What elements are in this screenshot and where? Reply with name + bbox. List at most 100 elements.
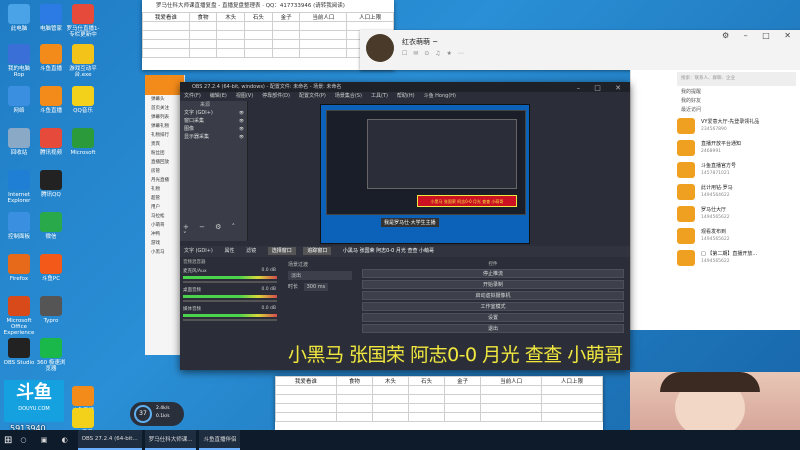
- sidebar-item[interactable]: 粉丝团: [145, 149, 184, 158]
- desktop-icon[interactable]: Internet Explorer: [2, 170, 36, 204]
- taskbar-app[interactable]: OBS 27.2.4 (64-bit...: [77, 430, 142, 450]
- qq-list-item[interactable]: 直播开放平台通知 2468991: [631, 137, 800, 159]
- column-header[interactable]: 石头: [408, 376, 446, 386]
- desktop-icon[interactable]: 回收站: [2, 128, 36, 156]
- scene-bar-item[interactable]: 选择窗口: [267, 247, 296, 255]
- column-header[interactable]: 木头: [371, 376, 410, 386]
- desktop-icon[interactable]: 罗马仕直播1-专栏更新中: [66, 4, 100, 38]
- volume-slider[interactable]: [183, 319, 277, 321]
- desktop-icon[interactable]: Microsoft Office Experience: [2, 296, 36, 336]
- sidebar-item[interactable]: 贵宾: [145, 140, 184, 149]
- column-header[interactable]: 木头: [216, 12, 246, 22]
- start-button[interactable]: ⊞: [0, 430, 16, 450]
- sidebar-item[interactable]: 弹幕头: [145, 95, 184, 104]
- desktop-icon[interactable]: 斗鱼直播: [34, 44, 68, 72]
- column-header[interactable]: 金子: [271, 12, 301, 22]
- qq-tab[interactable]: 我的好友: [681, 97, 800, 106]
- spreadsheet-window-top[interactable]: 罗马仕科大师课直播复盘 - 直播复盘整理表 · QQ：417733946 (请转…: [142, 0, 394, 70]
- column-header[interactable]: 石头: [244, 12, 273, 22]
- qq-list-item[interactable]: 罗马仕大厅 1494565622: [631, 203, 800, 225]
- mixer-channel[interactable]: 媒体音频 0.0 dB: [180, 304, 280, 323]
- desktop-icon[interactable]: QQ音乐: [66, 86, 100, 114]
- desktop-icon[interactable]: 腾讯视频: [34, 128, 68, 156]
- sidebar-item[interactable]: 直播回放: [145, 158, 184, 167]
- obs-menu-item[interactable]: 文件(F): [184, 93, 201, 99]
- scene-bar-item[interactable]: 滤镜: [246, 248, 256, 254]
- column-header[interactable]: 我爱看谁: [142, 12, 190, 22]
- desktop-icon[interactable]: 我的电脑 Rop: [2, 44, 36, 78]
- column-header[interactable]: 当前人口: [480, 376, 543, 386]
- taskbar-app[interactable]: 罗马仕科大师课...: [144, 430, 197, 450]
- column-header[interactable]: 金子: [444, 376, 482, 386]
- duration-input[interactable]: 300 ms: [303, 283, 329, 291]
- qq-list-item[interactable]: 观看发布到 1494565622: [631, 225, 800, 247]
- sources-toolbar[interactable]: + − ⚙ ˄ ˅: [183, 223, 247, 239]
- desktop-icon[interactable]: 游戏互动平台.exe: [66, 44, 100, 78]
- sidebar-item[interactable]: 冲鸭: [145, 230, 184, 239]
- scene-bar-item[interactable]: 文字 (GDI+): [184, 248, 213, 254]
- source-item[interactable]: 文字 (GDI+) 👁: [180, 109, 247, 117]
- sidebar-item[interactable]: 游戏: [145, 239, 184, 248]
- column-header[interactable]: 当前人口: [299, 12, 348, 22]
- desktop-icon[interactable]: Microsoft: [66, 128, 100, 156]
- desktop-icon[interactable]: 360 极速浏览器: [34, 338, 68, 372]
- douyu-companion-sidebar[interactable]: 弹幕头 首页关注 弹幕列表 弹幕礼物 礼物排行 贵宾 粉丝团 直播回放 房管 月光直播 礼物 超管 用户…: [145, 75, 185, 355]
- sidebar-item[interactable]: 礼物: [145, 185, 184, 194]
- spreadsheet-bottom[interactable]: 我爱看谁 食物 木头 石头 金子 当前人口 人口上限: [275, 376, 603, 422]
- desktop-icon[interactable]: 斗鱼直播: [34, 86, 68, 114]
- sidebar-item[interactable]: 月光直播: [145, 176, 184, 185]
- desktop-icon[interactable]: 电脑管家: [34, 4, 68, 32]
- scene-bar-item[interactable]: 属性: [224, 248, 234, 254]
- column-header[interactable]: 食物: [188, 12, 218, 22]
- desktop-icon[interactable]: OBS Studio: [2, 338, 36, 366]
- sidebar-item[interactable]: 小萌哥: [145, 221, 184, 230]
- window-controls[interactable]: ⚙ – □ ✕: [722, 30, 797, 42]
- qq-window[interactable]: 红衣萌萌 ~ ☐ ✉ ⊙ ♫ ★ ⋯ ⚙ – □ ✕: [360, 30, 800, 70]
- source-item[interactable]: 图像 👁: [180, 125, 247, 133]
- transition-select[interactable]: 淡出: [288, 271, 352, 280]
- control-button[interactable]: 启动虚拟摄像机: [362, 291, 624, 300]
- mixer-channel[interactable]: 桌面音频 0.0 dB: [180, 285, 280, 304]
- qq-list-item[interactable]: 此计用钻·罗马 1494564622: [631, 181, 800, 203]
- sidebar-item[interactable]: 超管: [145, 194, 184, 203]
- control-button[interactable]: 开始录制: [362, 280, 624, 289]
- obs-menu-item[interactable]: 帮助(H): [397, 93, 415, 99]
- desktop-icon[interactable]: 网络: [2, 86, 36, 114]
- volume-slider[interactable]: [183, 281, 277, 283]
- audio-mixer[interactable]: 音频混音器 麦克风/Aux 0.0 dB 桌面音频 0.0 dB 媒体音频 0.0 dB: [180, 258, 280, 343]
- sidebar-item[interactable]: 小黑马: [145, 248, 184, 257]
- desktop-icon[interactable]: Typro: [34, 296, 68, 324]
- qq-list-item[interactable]: VY爱意大厅-先登录领礼品 234567890: [631, 115, 800, 137]
- qq-tab[interactable]: 我的提醒: [681, 88, 800, 97]
- control-button[interactable]: 退出: [362, 324, 624, 333]
- volume-slider[interactable]: [183, 300, 277, 302]
- control-button[interactable]: 设置: [362, 313, 624, 322]
- desktop-icon[interactable]: 斗鱼PC: [34, 254, 68, 282]
- source-item[interactable]: 显示器采集 👁: [180, 133, 247, 141]
- taskbar-app[interactable]: 斗鱼直播伴侣: [199, 430, 241, 450]
- eye-icon[interactable]: 👁: [239, 125, 244, 133]
- obs-menu-item[interactable]: 工具(T): [371, 93, 388, 99]
- sidebar-item[interactable]: 弹幕礼物: [145, 122, 184, 131]
- scene-bar-item[interactable]: 追踪窗口: [303, 247, 332, 255]
- obs-preview[interactable]: 小黑马 张国荣 阿志0-0 月光 查查 小萌哥 我是罗马仕·大学生主播: [320, 104, 530, 244]
- sidebar-item[interactable]: 用户: [145, 203, 184, 212]
- obs-menu-item[interactable]: 配置文件(P): [299, 93, 326, 99]
- spreadsheet-window-bottom[interactable]: 我爱看谁 食物 木头 石头 金子 当前人口 人口上限: [275, 376, 603, 430]
- column-header[interactable]: 食物: [335, 376, 373, 386]
- eye-icon[interactable]: 👁: [239, 109, 244, 117]
- qq-search-input[interactable]: 搜索：联系人、群聊、企业: [677, 72, 796, 86]
- sidebar-item[interactable]: 马拉松: [145, 212, 184, 221]
- desktop-icon[interactable]: 此电脑: [2, 4, 36, 32]
- obs-sources-panel[interactable]: 来源 文字 (GDI+) 👁 窗口采集 👁 图像 👁 显示器采集 👁 + − ⚙ ˄ ˅: [180, 101, 248, 241]
- obs-window-controls[interactable]: – □ ✕: [577, 82, 627, 94]
- qq-list-item[interactable]: □ 【第二期】直播开放... 1494565622: [631, 247, 800, 269]
- sidebar-item[interactable]: 房管: [145, 167, 184, 176]
- desktop-icon[interactable]: Firefox: [2, 254, 36, 282]
- obs-menu-item[interactable]: 视图(V): [236, 93, 253, 99]
- sidebar-item[interactable]: 礼物排行: [145, 131, 184, 140]
- obs-menu-item[interactable]: 场景集合(S): [335, 93, 362, 99]
- source-item[interactable]: 窗口采集 👁: [180, 117, 247, 125]
- desktop-icon[interactable]: 腾讯QQ: [34, 170, 68, 198]
- column-header[interactable]: 人口上限: [541, 376, 603, 386]
